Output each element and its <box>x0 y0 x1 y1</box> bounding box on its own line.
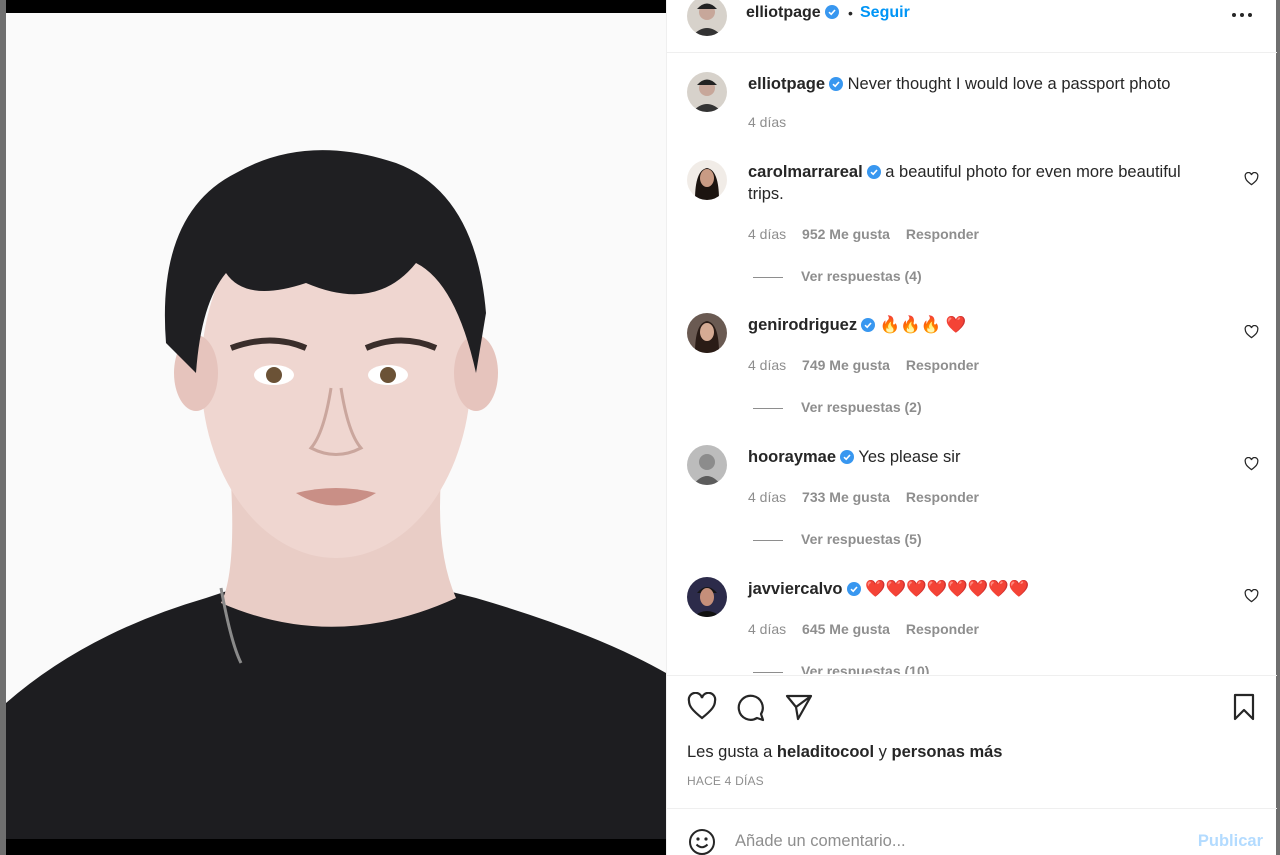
heart-icon[interactable] <box>1244 457 1259 471</box>
reply-button[interactable]: Responder <box>906 357 979 373</box>
comment-time[interactable]: 4 días <box>748 357 786 373</box>
caption-body: Never thought I would love a passport ph… <box>847 75 1171 93</box>
view-replies-label[interactable]: Ver respuestas (10) <box>801 663 929 674</box>
caption-text: elliotpage Never thought I would love a … <box>748 73 1208 95</box>
comment-meta: 4 días 733 Me gusta Responder <box>748 489 991 505</box>
add-comment-bar: Publicar <box>667 808 1277 855</box>
view-replies-label[interactable]: Ver respuestas (5) <box>801 531 922 547</box>
publish-button[interactable]: Publicar <box>1198 832 1263 851</box>
view-replies-button[interactable]: Ver respuestas (5) <box>753 531 922 547</box>
comment-likes[interactable]: 645 Me gusta <box>802 621 890 637</box>
comment-likes[interactable]: 733 Me gusta <box>802 489 890 505</box>
comment-text: javviercalvo ❤️❤️❤️❤️❤️❤️❤️❤️ <box>748 578 1208 600</box>
post-header: elliotpage • Seguir <box>667 0 1277 53</box>
author-username-text[interactable]: elliotpage <box>746 4 821 21</box>
view-replies-button[interactable]: Ver respuestas (4) <box>753 268 922 284</box>
heart-icon[interactable] <box>687 692 717 722</box>
comment-username[interactable]: genirodriguez <box>748 316 857 334</box>
comment-meta: 4 días 952 Me gusta Responder <box>748 226 991 242</box>
comments-list[interactable]: elliotpage Never thought I would love a … <box>667 54 1277 674</box>
more-options-icon[interactable] <box>1231 11 1253 19</box>
reply-button[interactable]: Responder <box>906 489 979 505</box>
comment-time[interactable]: 4 días <box>748 489 786 505</box>
comment-text: hooraymae Yes please sir <box>748 446 1208 468</box>
follow-button[interactable]: Seguir <box>860 4 910 22</box>
likes-prefix: Les gusta a <box>687 743 773 761</box>
replies-divider <box>753 671 783 673</box>
post-photo <box>6 0 666 855</box>
comment-avatar[interactable] <box>687 445 727 485</box>
view-replies-button[interactable]: Ver respuestas (10) <box>753 663 929 674</box>
comment-body: 🔥🔥🔥 ❤️ <box>879 316 967 334</box>
comment-avatar[interactable] <box>687 313 727 353</box>
heart-icon[interactable] <box>1244 325 1259 339</box>
author-username[interactable]: elliotpage <box>746 4 839 22</box>
comment-avatar[interactable] <box>687 577 727 617</box>
comment-text: carolmarrareal a beautiful photo for eve… <box>748 161 1208 205</box>
reply-button[interactable]: Responder <box>906 621 979 637</box>
comment-body: Yes please sir <box>858 448 961 466</box>
caption-avatar[interactable] <box>687 72 727 112</box>
heart-icon[interactable] <box>1244 589 1259 603</box>
verified-badge-icon <box>861 318 876 332</box>
post-actions: Les gusta a heladitocool y personas más … <box>667 675 1277 808</box>
caption-meta: 4 días <box>748 114 798 130</box>
verified-badge-icon <box>829 77 844 91</box>
comment-bubble-icon[interactable] <box>735 692 765 722</box>
emoji-smiley-icon[interactable] <box>687 827 717 855</box>
likes-user-link[interactable]: heladitocool <box>777 743 874 761</box>
verified-badge-icon <box>824 5 839 19</box>
view-replies-label[interactable]: Ver respuestas (2) <box>801 399 922 415</box>
comment-username[interactable]: carolmarrareal <box>748 163 863 181</box>
replies-divider <box>753 407 783 409</box>
comment-username[interactable]: hooraymae <box>748 448 836 466</box>
likes-summary: Les gusta a heladitocool y personas más <box>687 743 1003 762</box>
view-replies-button[interactable]: Ver respuestas (2) <box>753 399 922 415</box>
post-dialog: elliotpage • Seguir elliotpage Never tho… <box>6 0 1277 855</box>
likes-others-link[interactable]: personas más <box>892 743 1003 761</box>
view-replies-label[interactable]: Ver respuestas (4) <box>801 268 922 284</box>
heart-icon[interactable] <box>1244 172 1259 186</box>
post-timestamp[interactable]: HACE 4 DÍAS <box>687 774 764 788</box>
comment-avatar[interactable] <box>687 160 727 200</box>
comment-time[interactable]: 4 días <box>748 226 786 242</box>
comment-input[interactable] <box>735 829 1175 853</box>
comment-meta: 4 días 645 Me gusta Responder <box>748 621 991 637</box>
verified-badge-icon <box>846 582 861 596</box>
author-avatar[interactable] <box>687 0 727 36</box>
comment-username[interactable]: javviercalvo <box>748 580 843 598</box>
verified-badge-icon <box>866 165 881 179</box>
portrait-image <box>6 13 666 839</box>
comment-likes[interactable]: 952 Me gusta <box>802 226 890 242</box>
verified-badge-icon <box>840 450 855 464</box>
bookmark-icon[interactable] <box>1229 692 1259 722</box>
paper-plane-icon[interactable] <box>784 692 814 722</box>
comment-time[interactable]: 4 días <box>748 621 786 637</box>
replies-divider <box>753 276 783 278</box>
comment-text: genirodriguez 🔥🔥🔥 ❤️ <box>748 314 1208 336</box>
likes-connector: y <box>878 743 887 761</box>
caption-time[interactable]: 4 días <box>748 114 786 130</box>
caption-username[interactable]: elliotpage <box>748 75 825 93</box>
comment-meta: 4 días 749 Me gusta Responder <box>748 357 991 373</box>
header-separator: • <box>848 5 853 21</box>
comment-likes[interactable]: 749 Me gusta <box>802 357 890 373</box>
reply-button[interactable]: Responder <box>906 226 979 242</box>
comment-body: ❤️❤️❤️❤️❤️❤️❤️❤️ <box>865 580 1030 598</box>
replies-divider <box>753 539 783 541</box>
post-panel: elliotpage • Seguir elliotpage Never tho… <box>666 0 1277 855</box>
